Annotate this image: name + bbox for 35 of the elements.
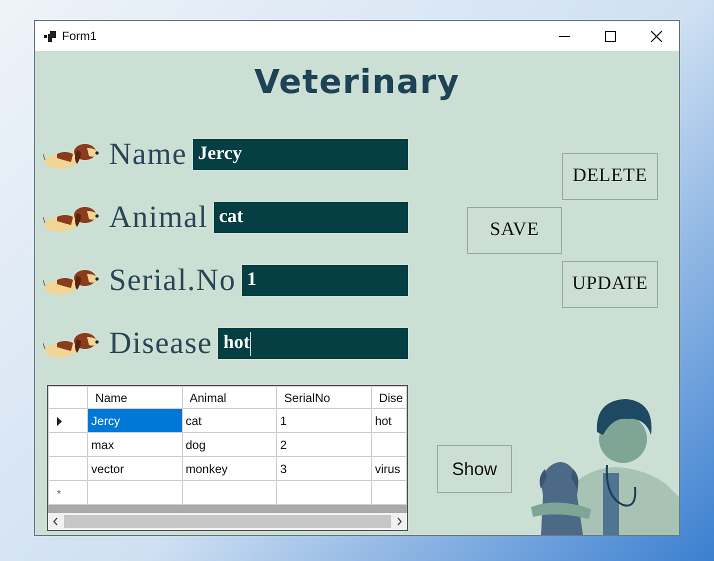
field-label: Name	[109, 135, 188, 174]
scrollbar-thumb[interactable]	[64, 515, 391, 528]
input-field[interactable]: cat	[214, 202, 408, 233]
table-cell[interactable]	[371, 432, 406, 456]
table-cell[interactable]: 2	[276, 432, 372, 456]
table-cell[interactable]: hot	[371, 408, 406, 432]
text-cursor	[250, 332, 251, 356]
horizontal-scrollbar[interactable]	[48, 513, 407, 530]
new-row-marker: *	[57, 488, 61, 500]
row-header[interactable]	[48, 408, 88, 432]
action-button[interactable]: SAVE	[467, 207, 562, 254]
current-row-icon	[57, 416, 62, 426]
table-cell[interactable]: monkey	[182, 456, 277, 480]
input-field[interactable]: Jercy	[193, 139, 408, 170]
table-cell[interactable]: 3	[276, 456, 372, 480]
table-cell[interactable]: vector	[88, 456, 182, 480]
table-cell[interactable]: 1	[276, 408, 372, 432]
field-label: Disease	[109, 324, 212, 362]
table-cell[interactable]: max	[88, 432, 182, 456]
app-heading: Veterinary	[254, 62, 460, 101]
table-cell[interactable]: virus	[371, 456, 406, 480]
table-cell[interactable]: Jercy	[88, 408, 182, 432]
show-button[interactable]: Show	[437, 445, 512, 493]
maximize-icon[interactable]	[604, 30, 616, 42]
window-title: Form1	[62, 28, 97, 45]
action-button[interactable]: UPDATE	[562, 261, 658, 308]
close-icon[interactable]	[650, 30, 662, 42]
table-cell[interactable]: cat	[182, 408, 277, 432]
input-field[interactable]: hot	[218, 328, 408, 359]
app-icon	[44, 30, 56, 42]
action-button[interactable]: DELETE	[562, 153, 658, 200]
input-field[interactable]: 1	[242, 265, 408, 296]
field-label: Animal	[109, 198, 208, 236]
field-label: Serial.No	[109, 261, 236, 300]
table-cell[interactable]: dog	[182, 432, 277, 456]
